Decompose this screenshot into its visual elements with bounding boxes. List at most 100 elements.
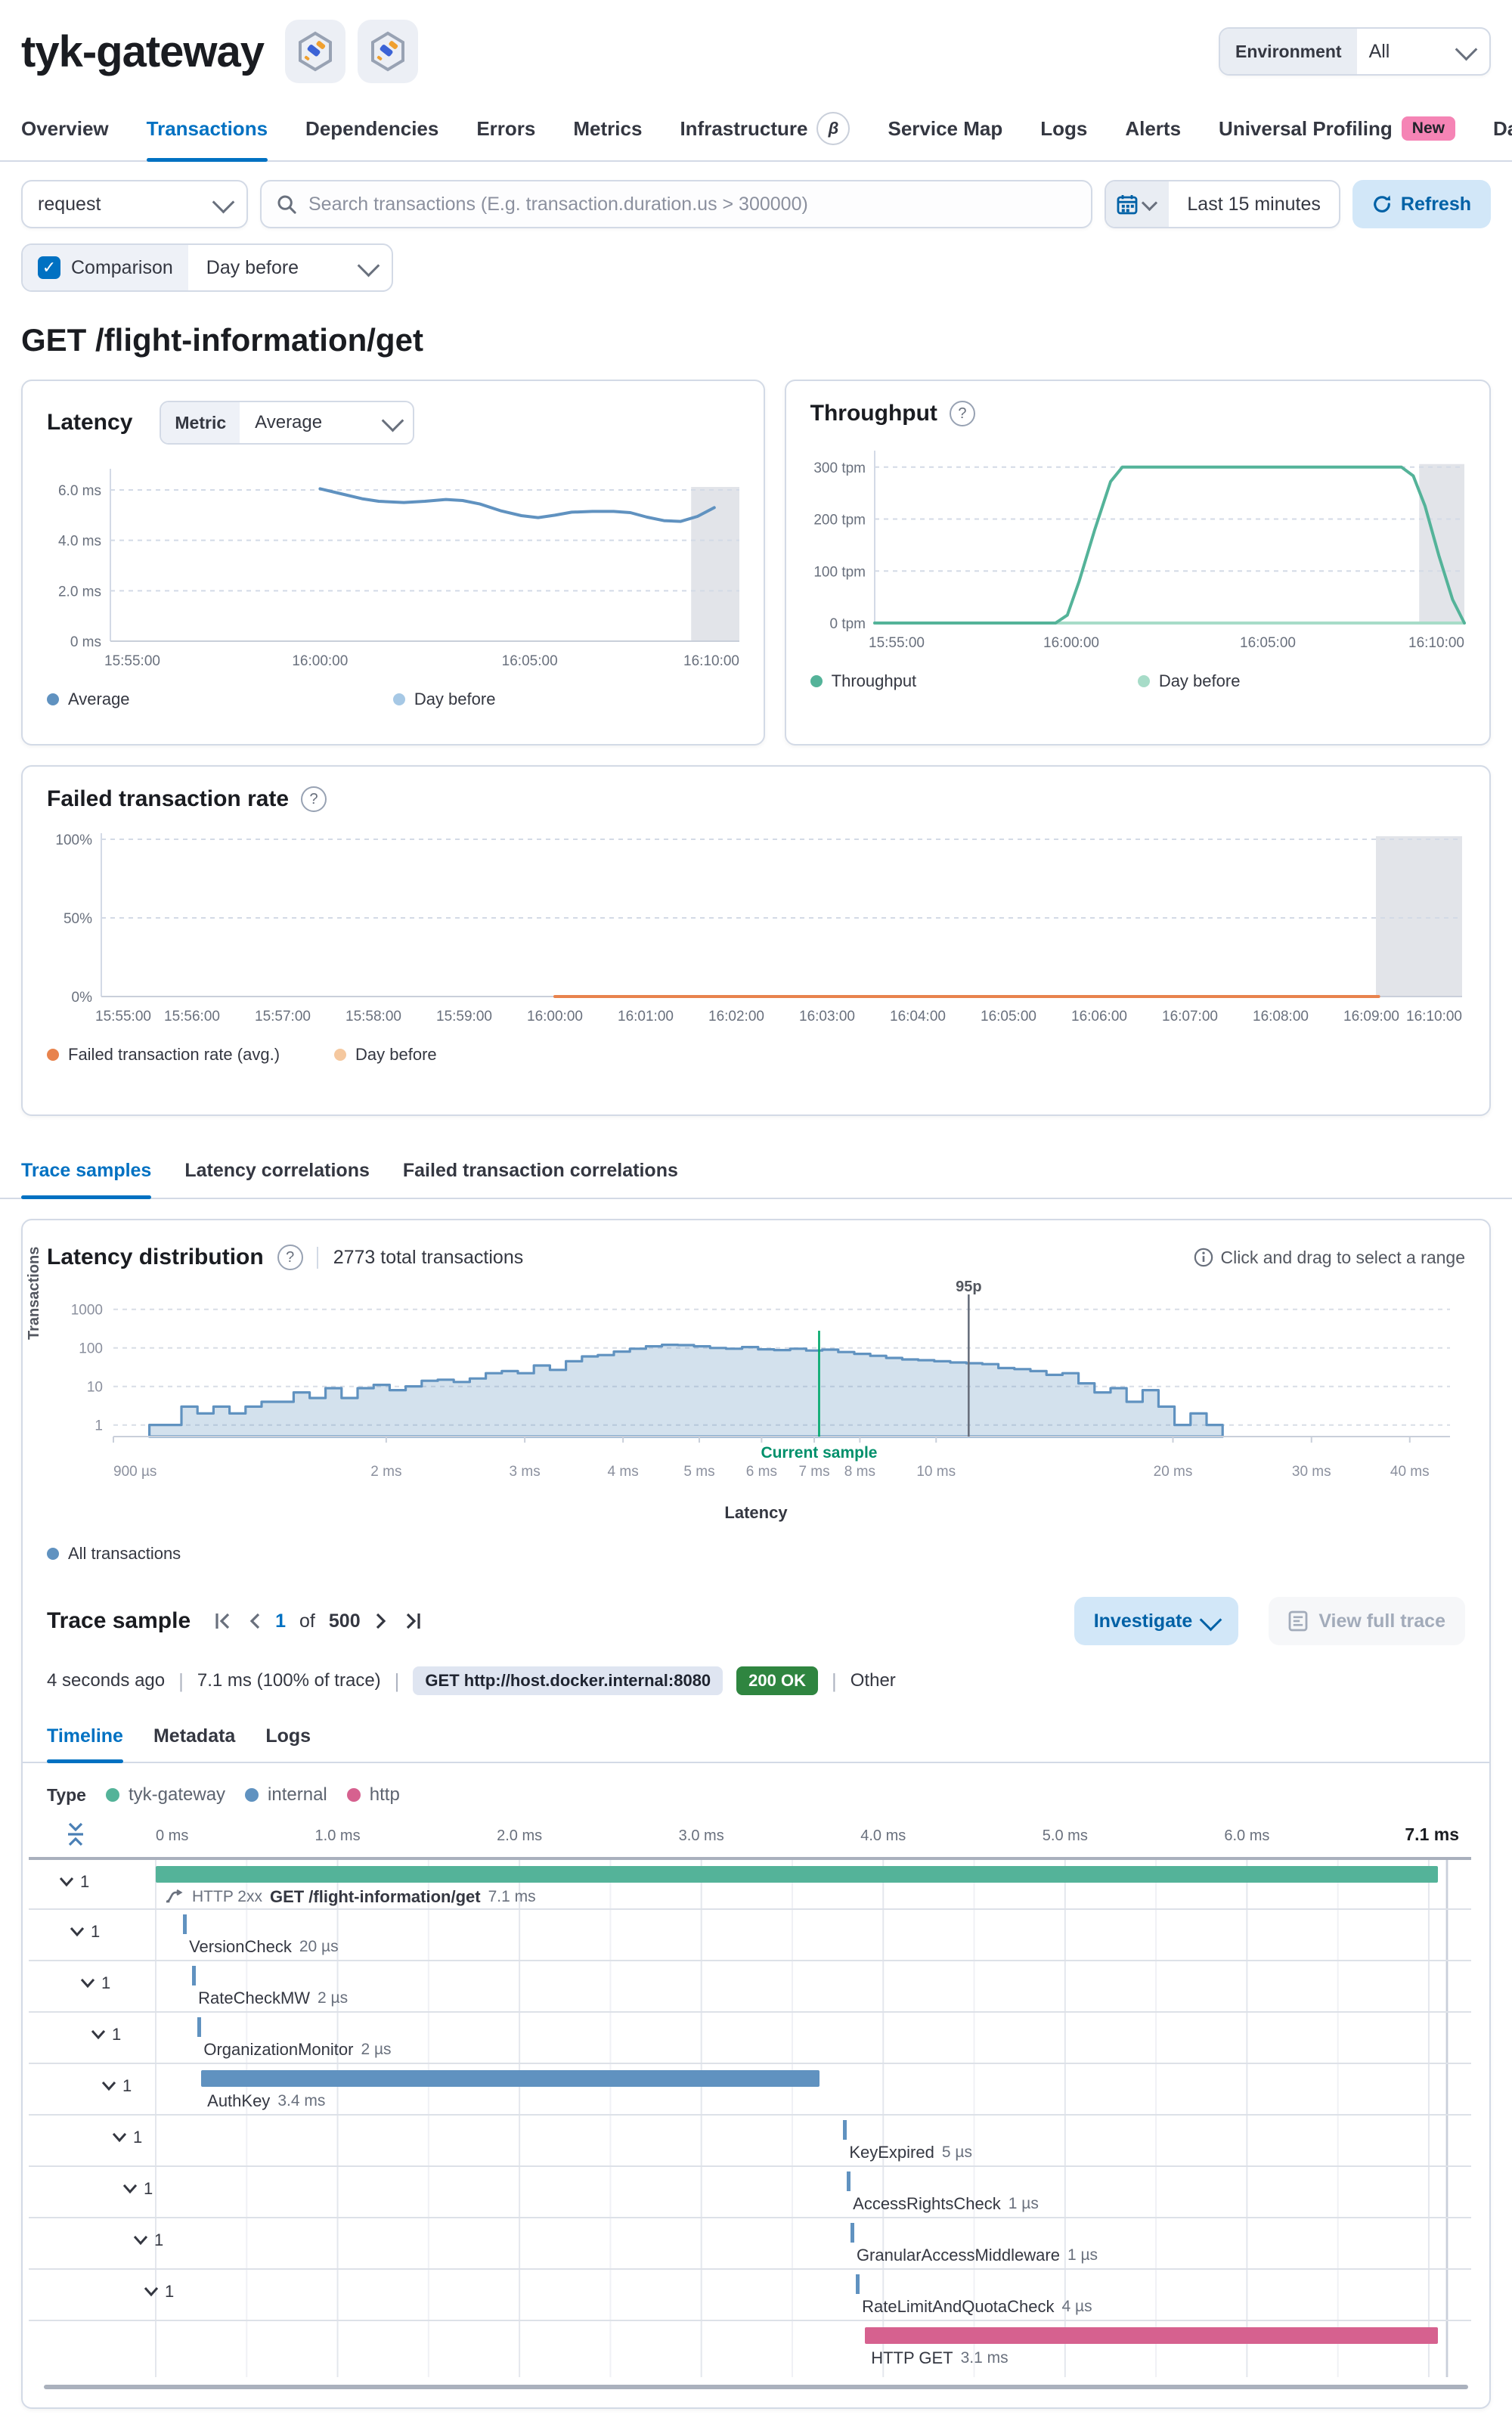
span-bar[interactable] <box>201 2070 820 2087</box>
nav-tab-dependencies[interactable]: Dependencies <box>305 97 438 160</box>
svg-text:200 tpm: 200 tpm <box>813 513 866 529</box>
comparison-value[interactable]: Day before <box>187 245 355 290</box>
span-duration: 3.1 ms <box>960 2349 1009 2367</box>
nav-tab-infrastructure[interactable]: Infrastructure β <box>680 97 850 160</box>
waterfall-row[interactable]: 1 RateLimitAndQuotaCheck 4 µs <box>29 2268 1471 2321</box>
nav-tab-errors[interactable]: Errors <box>476 97 535 160</box>
span-label[interactable]: KeyExpired 5 µs <box>849 2143 972 2162</box>
search-input[interactable]: Search transactions (E.g. transaction.du… <box>260 180 1093 228</box>
tab-logs[interactable]: Logs <box>265 1710 311 1762</box>
environment-select[interactable]: Environment All <box>1219 27 1491 76</box>
nav-tab-metrics[interactable]: Metrics <box>573 97 642 160</box>
waterfall-row[interactable]: HTTP GET 3.1 ms <box>29 2320 1471 2373</box>
row-toggle[interactable]: 1 <box>122 2179 153 2199</box>
legend-item[interactable]: Day before <box>334 1045 437 1065</box>
help-icon[interactable]: ? <box>301 786 327 812</box>
span-name: AuthKey <box>207 2091 271 2110</box>
trace-url-badge[interactable]: GET http://host.docker.internal:8080 <box>413 1666 723 1695</box>
prev-page-icon[interactable] <box>248 1612 262 1630</box>
row-toggle[interactable]: 1 <box>59 1872 89 1892</box>
row-toggle[interactable]: 1 <box>112 2128 142 2147</box>
span-tick[interactable] <box>843 2120 847 2140</box>
type-legend-label: tyk-gateway <box>128 1784 226 1805</box>
legend-item[interactable]: Average <box>47 690 393 709</box>
svg-text:900 µs: 900 µs <box>113 1464 156 1480</box>
row-toggle[interactable]: 1 <box>70 1922 100 1942</box>
nav-tab-universal-profiling[interactable]: Universal Profiling New <box>1219 97 1455 160</box>
span-bar[interactable] <box>865 2327 1438 2344</box>
span-label[interactable]: VersionCheck 20 µs <box>189 1937 339 1957</box>
next-page-icon[interactable] <box>374 1612 388 1630</box>
waterfall-row[interactable]: 1 KeyExpired 5 µs <box>29 2114 1471 2167</box>
span-type-legend: Type tyk-gateway internal http <box>23 1763 1489 1806</box>
nav-tab-service-map[interactable]: Service Map <box>888 97 1002 160</box>
waterfall-row[interactable]: 1 HTTP 2xx GET /flight-information/get 7.1 … <box>29 1857 1471 1911</box>
latency-distribution-chart[interactable]: 1 10 100 1000 95p Current sample 900 µs 2 ms 3 m… <box>35 1276 1471 1500</box>
last-page-icon[interactable] <box>401 1612 421 1630</box>
span-tick[interactable] <box>192 1966 197 1985</box>
span-label[interactable]: HTTP 2xx GET /flight-information/get 7.1 m… <box>165 1887 536 1907</box>
svg-text:6 ms: 6 ms <box>746 1464 777 1480</box>
nav-tab-alerts[interactable]: Alerts <box>1125 97 1181 160</box>
span-label[interactable]: RateCheckMW 2 µs <box>198 1989 348 2008</box>
legend-item[interactable]: Day before <box>1137 671 1240 691</box>
legend-item[interactable]: Failed transaction rate (avg.) <box>47 1045 280 1065</box>
waterfall-row[interactable]: 1 OrganizationMonitor 2 µs <box>29 2011 1471 2064</box>
span-tick[interactable] <box>183 1914 187 1934</box>
span-label[interactable]: HTTP GET 3.1 ms <box>871 2348 1008 2368</box>
span-tick[interactable] <box>856 2274 860 2294</box>
tab-timeline[interactable]: Timeline <box>47 1710 124 1763</box>
row-toggle[interactable]: 1 <box>144 2282 174 2302</box>
help-icon[interactable]: ? <box>277 1245 303 1270</box>
nav-tab-transactions[interactable]: Transactions <box>146 97 268 162</box>
waterfall-row[interactable]: 1 VersionCheck 20 µs <box>29 1908 1471 1961</box>
span-duration: 4 µs <box>1061 2298 1092 2315</box>
row-toggle[interactable]: 1 <box>80 1973 110 1993</box>
fold-accordion-icon[interactable] <box>68 1822 83 1846</box>
failed-rate-chart[interactable]: 0% 50% 100% 15:55:00 15:56:00 15:57:00 15:58:0… <box>29 818 1483 1045</box>
transaction-type-select[interactable]: request <box>21 180 248 228</box>
waterfall-row[interactable]: 1 RateCheckMW 2 µs <box>29 1960 1471 2013</box>
row-toggle[interactable]: 1 <box>91 2025 121 2044</box>
tab-failed-transaction-correlations[interactable]: Failed transaction correlations <box>403 1143 678 1198</box>
nav-tab-overview[interactable]: Overview <box>21 97 109 160</box>
comparison-checkbox[interactable]: ✓ <box>38 256 60 279</box>
span-tick[interactable] <box>850 2223 854 2243</box>
row-toggle[interactable]: 1 <box>101 2076 132 2096</box>
waterfall-row[interactable]: 1 AuthKey 3.4 ms <box>29 2063 1471 2116</box>
span-label[interactable]: AuthKey 3.4 ms <box>207 2091 325 2111</box>
span-label[interactable]: GranularAccessMiddleware 1 µs <box>857 2246 1098 2265</box>
waterfall-row[interactable]: 1 GranularAccessMiddleware 1 µs <box>29 2217 1471 2270</box>
tab-metadata[interactable]: Metadata <box>153 1710 235 1762</box>
first-page-icon[interactable] <box>215 1612 234 1630</box>
span-tick[interactable] <box>847 2171 851 2191</box>
throughput-chart[interactable]: 0 tpm 100 tpm 200 tpm 300 tpm 15:55:00 16:00:… <box>796 432 1479 671</box>
time-range-value[interactable]: Last 15 minutes <box>1169 181 1339 227</box>
apm-agent-icon-2[interactable] <box>358 20 419 83</box>
nav-tab-dashboards[interactable]: Dashboards <box>1493 97 1512 160</box>
svg-text:5.0 ms: 5.0 ms <box>1043 1827 1088 1844</box>
span-label[interactable]: RateLimitAndQuotaCheck 4 µs <box>862 2297 1092 2317</box>
calendar-button[interactable] <box>1106 181 1170 227</box>
span-label[interactable]: AccessRightsCheck 1 µs <box>853 2194 1039 2214</box>
refresh-button[interactable]: Refresh <box>1352 180 1491 228</box>
help-icon[interactable]: ? <box>949 401 975 426</box>
nav-tab-logs[interactable]: Logs <box>1040 97 1087 160</box>
waterfall-row[interactable]: 1 AccessRightsCheck 1 µs <box>29 2165 1471 2218</box>
row-toggle[interactable]: 1 <box>133 2230 163 2250</box>
span-name: GranularAccessMiddleware <box>856 2246 1060 2264</box>
view-full-trace-button[interactable]: View full trace <box>1269 1597 1465 1645</box>
span-bar[interactable] <box>156 1866 1438 1883</box>
date-picker[interactable]: Last 15 minutes <box>1105 180 1340 228</box>
latency-metric-select[interactable]: Metric Average <box>160 401 415 445</box>
span-tick[interactable] <box>197 2017 202 2037</box>
tab-trace-samples[interactable]: Trace samples <box>21 1143 152 1199</box>
investigate-button[interactable]: Investigate <box>1074 1597 1239 1645</box>
legend-item[interactable]: Day before <box>392 690 495 709</box>
tab-latency-correlations[interactable]: Latency correlations <box>184 1143 370 1198</box>
apm-agent-icon[interactable] <box>285 20 346 83</box>
legend-item[interactable]: Throughput <box>810 671 1138 691</box>
span-label[interactable]: OrganizationMonitor 2 µs <box>203 2040 391 2060</box>
latency-chart[interactable]: 0 ms 2.0 ms 4.0 ms 6.0 ms 15:55:00 16:00:00 16… <box>32 451 754 690</box>
horizontal-scrollbar[interactable] <box>44 2385 1468 2389</box>
